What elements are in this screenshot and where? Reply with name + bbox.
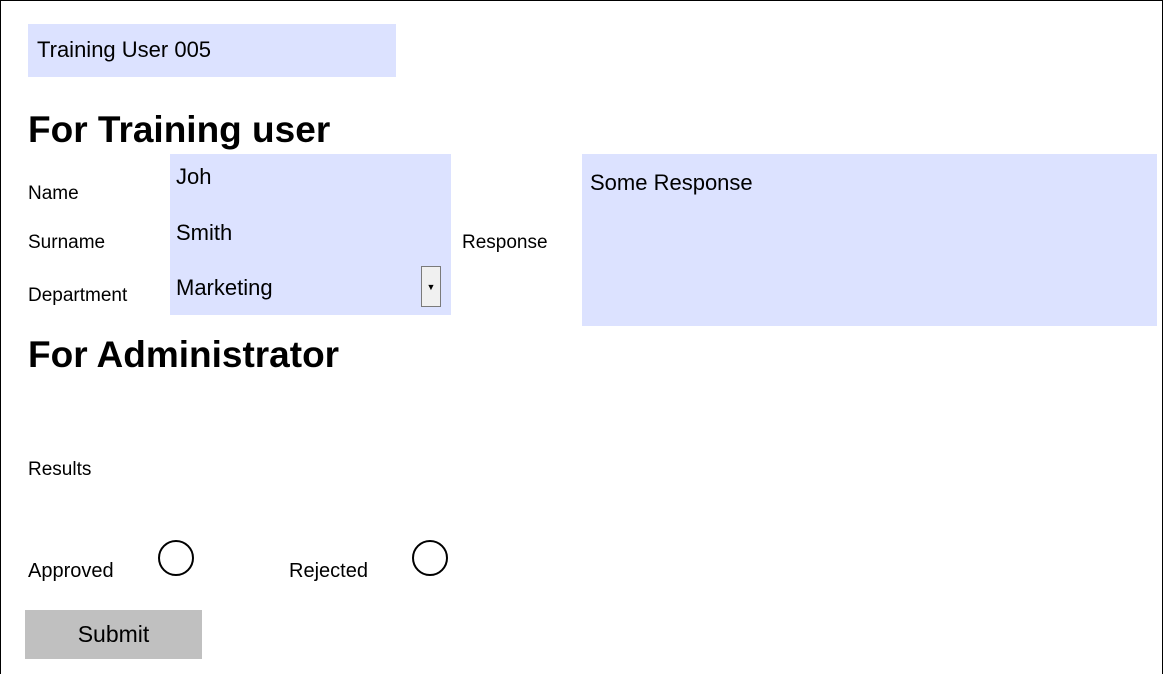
user-details-fields: Joh Smith Marketing ▼ xyxy=(170,154,451,315)
response-field-value: Some Response xyxy=(590,170,753,195)
approved-label: Approved xyxy=(28,560,114,582)
training-section-heading: For Training user xyxy=(28,109,331,150)
response-label: Response xyxy=(462,232,548,253)
title-field[interactable]: Training User 005 xyxy=(28,24,396,77)
name-label: Name xyxy=(28,183,79,204)
response-field[interactable]: Some Response xyxy=(582,154,1157,326)
approved-radio[interactable] xyxy=(158,540,194,576)
name-field[interactable]: Joh xyxy=(176,164,211,190)
rejected-radio[interactable] xyxy=(412,540,448,576)
department-select[interactable]: Marketing xyxy=(176,275,273,301)
dropdown-arrow-icon: ▼ xyxy=(426,281,436,292)
rejected-label: Rejected xyxy=(289,560,368,582)
department-label: Department xyxy=(28,285,128,306)
department-dropdown-button[interactable]: ▼ xyxy=(421,266,441,307)
title-field-value: Training User 005 xyxy=(37,37,212,62)
admin-section-heading: For Administrator xyxy=(28,334,340,375)
submit-button[interactable]: Submit xyxy=(25,610,202,659)
results-label: Results xyxy=(28,459,92,480)
surname-label: Surname xyxy=(28,232,106,253)
surname-field[interactable]: Smith xyxy=(176,220,232,246)
